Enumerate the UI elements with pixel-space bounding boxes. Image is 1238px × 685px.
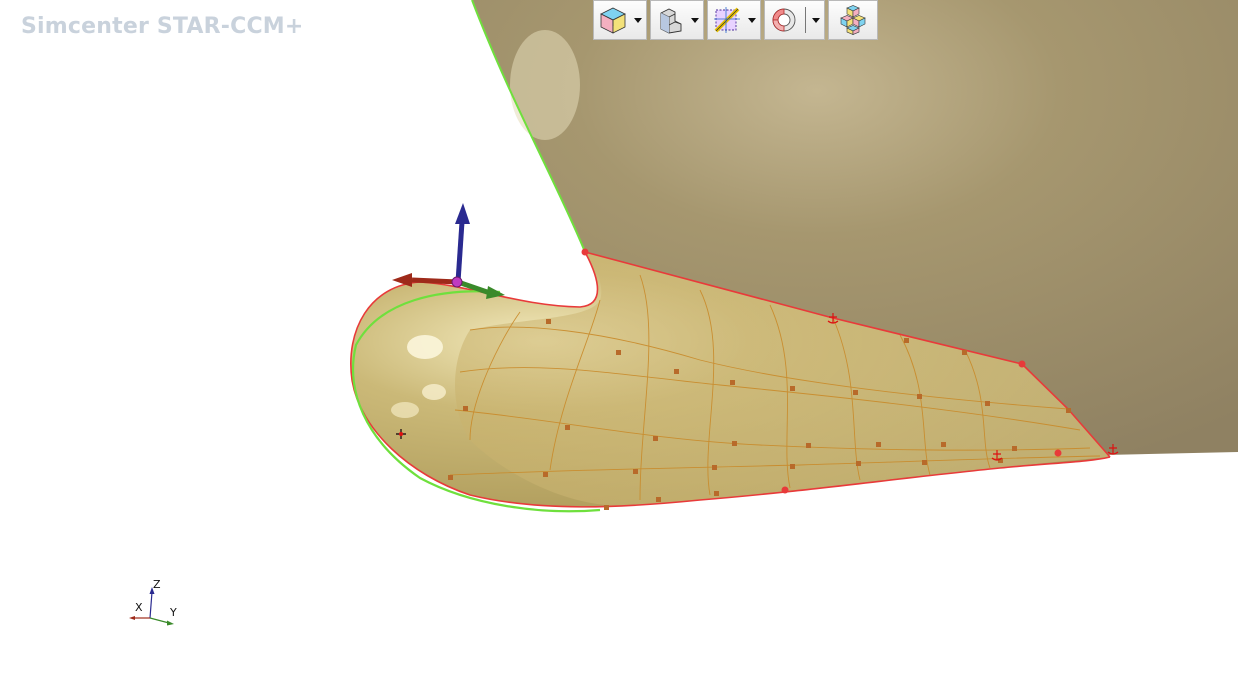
cylindrical-section-button[interactable] [764, 0, 825, 40]
toolbar-separator [805, 7, 806, 33]
axis-label-x: X [135, 601, 143, 614]
plane-section-button[interactable] [707, 0, 761, 40]
axis-label-y: Y [170, 606, 177, 619]
3d-viewport[interactable] [0, 0, 1238, 685]
axis-label-z: Z [153, 578, 161, 591]
section-plane-icon [714, 7, 740, 33]
chevron-down-icon[interactable] [634, 17, 642, 23]
chevron-down-icon[interactable] [748, 17, 756, 23]
l-block-icon [660, 8, 682, 34]
orientation-triad: Z X Y [124, 576, 184, 630]
chevron-down-icon[interactable] [691, 17, 699, 23]
transform-gizmo[interactable] [392, 203, 505, 299]
part-display-button[interactable] [650, 0, 704, 40]
view-cube-button[interactable] [593, 0, 647, 40]
chevron-down-icon[interactable] [812, 17, 820, 23]
iso-cube-icon [600, 7, 626, 34]
view-toolbar [593, 0, 878, 42]
cylinder-section-icon [772, 8, 796, 32]
explode-parts-button[interactable] [828, 0, 878, 40]
exploded-cubes-icon [840, 5, 866, 35]
